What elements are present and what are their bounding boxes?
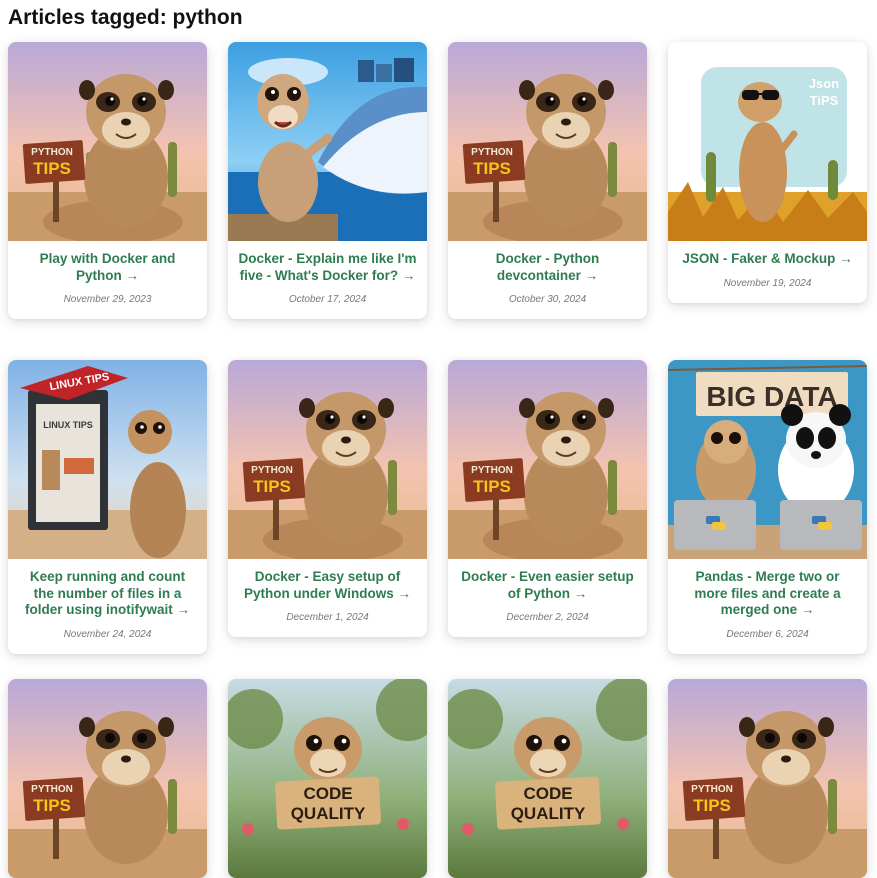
article-thumbnail[interactable]: PYTHON TIPS xyxy=(668,679,867,878)
meerkat-python-tips-image: PYTHON TIPS xyxy=(8,679,207,878)
article-title-link[interactable]: Docker - Python devcontainer → xyxy=(458,251,637,284)
article-date: November 29, 2023 xyxy=(63,294,152,305)
article-title-link[interactable]: Play with Docker and Python → xyxy=(18,251,197,284)
article-date: December 6, 2024 xyxy=(726,628,809,640)
article-card[interactable]: PYTHON TIPS Docker - Even easier setup o… xyxy=(448,360,647,637)
article-card[interactable]: PYTHON TIPS xyxy=(668,679,867,878)
meerkat-json-tips-image: Json TiPS xyxy=(668,42,867,241)
sign-text: LINUX TIPS xyxy=(43,420,93,430)
article-card[interactable]: PYTHON TIPS Play with Docker and Python … xyxy=(8,42,207,319)
sign-text: TiPS xyxy=(810,93,839,108)
article-card[interactable]: PYTHON TIPS xyxy=(8,679,207,878)
article-thumbnail[interactable]: BIG DATA xyxy=(668,360,867,559)
article-thumbnail[interactable]: LINUX TIPS LINUX TIPS xyxy=(8,360,207,559)
sign-text: PYTHON xyxy=(31,147,73,158)
article-date: October 30, 2024 xyxy=(508,294,587,305)
article-thumbnail[interactable]: PYTHON TIPS xyxy=(8,679,207,878)
sign-text: QUALITY xyxy=(511,804,586,823)
meerkat-code-quality-image: CODE QUALITY xyxy=(448,679,647,878)
article-card[interactable]: Docker - Explain me like I'm five - What… xyxy=(228,42,427,319)
article-thumbnail[interactable]: PYTHON TIPS xyxy=(8,42,207,241)
sign-text: PYTHON xyxy=(471,147,513,158)
article-card[interactable]: Json TiPS JSON - Faker & Mockup → Novemb… xyxy=(668,42,867,303)
sign-text: TIPS xyxy=(33,159,71,178)
article-thumbnail[interactable] xyxy=(228,42,427,241)
article-card[interactable]: PYTHON TIPS Docker - Python devcontainer… xyxy=(448,42,647,319)
meerkat-panda-big-data-image: BIG DATA xyxy=(668,360,867,559)
sign-text: PYTHON xyxy=(691,784,733,795)
article-thumbnail[interactable]: PYTHON TIPS xyxy=(228,360,427,559)
article-thumbnail[interactable]: PYTHON TIPS xyxy=(448,42,647,241)
article-card[interactable]: LINUX TIPS LINUX TIPS Keep running and c… xyxy=(8,360,207,654)
article-card[interactable]: PYTHON TIPS Docker - Easy setup of Pytho… xyxy=(228,360,427,637)
article-title-link[interactable]: JSON - Faker & Mockup → xyxy=(678,251,857,268)
sign-text: TIPS xyxy=(253,477,291,496)
article-date: October 17, 2024 xyxy=(288,294,367,305)
page-title: Articles tagged: python xyxy=(8,6,243,29)
meerkat-python-tips-image: PYTHON TIPS xyxy=(228,360,427,559)
meerkat-linux-tips-image: LINUX TIPS LINUX TIPS xyxy=(8,360,207,559)
article-card[interactable]: BIG DATA Pandas - Merge two or more file… xyxy=(668,360,867,654)
article-title-link[interactable]: Docker - Even easier setup of Python → xyxy=(458,569,637,602)
meerkat-whale-ship-image xyxy=(228,42,427,241)
article-thumbnail[interactable]: CODE QUALITY xyxy=(448,679,647,878)
meerkat-python-tips-image: PYTHON TIPS xyxy=(668,679,867,878)
article-title-link[interactable]: Docker - Explain me like I'm five - What… xyxy=(238,251,417,284)
article-card[interactable]: CODE QUALITY xyxy=(448,679,647,878)
article-title-link[interactable]: Keep running and count the number of fil… xyxy=(18,569,197,619)
sign-text: TIPS xyxy=(33,796,71,815)
article-title-link[interactable]: Pandas - Merge two or more files and cre… xyxy=(678,569,857,619)
sign-text: TIPS xyxy=(693,796,731,815)
sign-text: PYTHON xyxy=(251,465,293,476)
article-date: December 1, 2024 xyxy=(286,612,369,623)
article-thumbnail[interactable]: Json TiPS xyxy=(668,42,867,241)
meerkat-python-tips-image: PYTHON TIPS xyxy=(448,42,647,241)
article-thumbnail[interactable]: PYTHON TIPS xyxy=(448,360,647,559)
meerkat-code-quality-image: CODE QUALITY xyxy=(228,679,427,878)
sign-text: Json xyxy=(809,76,839,91)
sign-text: PYTHON xyxy=(471,465,513,476)
sign-text: BIG DATA xyxy=(706,381,837,412)
article-card[interactable]: CODE QUALITY xyxy=(228,679,427,878)
article-thumbnail[interactable]: CODE QUALITY xyxy=(228,679,427,878)
article-date: November 19, 2024 xyxy=(723,277,812,289)
sign-text: CODE xyxy=(523,784,572,803)
article-title-link[interactable]: Docker - Easy setup of Python under Wind… xyxy=(238,569,417,602)
meerkat-python-tips-image: PYTHON TIPS xyxy=(448,360,647,559)
sign-text: TIPS xyxy=(473,159,511,178)
sign-text: TIPS xyxy=(473,477,511,496)
sign-text: CODE xyxy=(303,784,352,803)
article-date: December 2, 2024 xyxy=(506,612,589,623)
article-date: November 24, 2024 xyxy=(63,628,152,640)
meerkat-python-tips-image: PYTHON TIPS xyxy=(8,42,207,241)
sign-text: PYTHON xyxy=(31,784,73,795)
sign-text: QUALITY xyxy=(291,804,366,823)
